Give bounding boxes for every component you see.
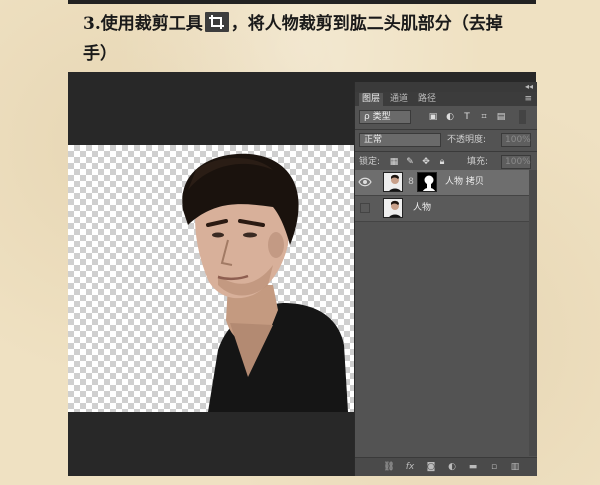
layer-row[interactable]: 8 人物 拷贝 [355,170,529,196]
trash-icon[interactable]: ▥ [509,461,521,473]
opacity-label: 不透明度: [447,135,487,145]
crop-icon [204,12,229,32]
tab-paths[interactable]: 路径 [415,93,439,106]
eye-icon[interactable] [358,175,372,189]
fill-label: 填充: [467,157,489,167]
filter-adjustment-icon[interactable]: ◐ [445,112,455,122]
filter-pixel-icon[interactable]: ▣ [428,112,438,122]
filter-type-icon[interactable]: T [462,112,472,122]
new-layer-icon[interactable]: ▫ [488,461,500,473]
filter-toggle[interactable] [519,110,526,124]
mask-icon[interactable]: ◙ [425,461,437,473]
layers-bottom-bar: ⛓︎ fx ◙ ◐ ▬ ▫ ▥ [355,457,537,476]
person-cutout-image [182,153,348,412]
filter-smart-object-icon[interactable]: ▤ [496,112,506,122]
layer-row[interactable]: 人物 [355,196,529,222]
chain-link-icon[interactable]: 8 [406,177,416,187]
instruction-line-2: 手） [83,44,117,64]
lock-label: 锁定: [359,157,381,167]
layer-filter-select[interactable]: ρ 类型 [359,110,411,124]
adjustment-icon[interactable]: ◐ [446,461,458,473]
folder-icon[interactable]: ▬ [467,461,479,473]
lock-all-icon[interactable]: 🔒︎ [437,157,447,167]
lock-transparent-icon[interactable]: ▦ [389,157,399,167]
lock-position-icon[interactable]: ✥ [421,157,431,167]
panel-tabs: 图层 通道 路径 ≡ [355,92,537,106]
opacity-input[interactable]: 100% [501,133,531,147]
step-number: 3. [83,14,101,34]
fill-input[interactable]: 100% [501,155,531,169]
panel-title-bar: ◂◂ [355,82,537,92]
layers-panel: ◂◂ 图层 通道 路径 ≡ ρ 类型 ▣ ◐ T ⌗ ▤ 正常 不透明度: 10… [354,82,537,476]
layer-thumbnail [383,198,403,218]
instruction-text-before: 使用裁剪工具 [100,14,203,34]
instruction-line-1: 3.使用裁剪工具 ，将人物裁剪到肱二头肌部分（去掉 [83,10,563,39]
instruction-text-after: ，将人物裁剪到肱二头肌部分（去掉 [230,14,503,34]
document-canvas[interactable] [68,145,354,412]
layer-mask-thumbnail[interactable] [417,172,437,192]
tab-layers[interactable]: 图层 [359,93,384,106]
panel-scrollbar[interactable] [529,170,537,456]
layer-thumbnail [383,172,403,192]
layer-name[interactable]: 人物 拷贝 [445,170,484,195]
tab-channels[interactable]: 通道 [387,93,411,106]
chain-link-icon[interactable]: ⛓︎ [383,461,395,473]
top-divider [68,0,536,4]
layer-name[interactable]: 人物 [413,196,431,221]
collapse-icon[interactable]: ◂◂ [525,82,533,91]
panel-menu-icon[interactable]: ≡ [524,94,532,104]
filter-shape-icon[interactable]: ⌗ [479,112,489,122]
fx-icon[interactable]: fx [404,461,416,473]
blend-mode-select[interactable]: 正常 [359,133,441,147]
lock-image-icon[interactable]: ✎ [405,157,415,167]
visibility-toggle-off[interactable] [360,203,370,213]
